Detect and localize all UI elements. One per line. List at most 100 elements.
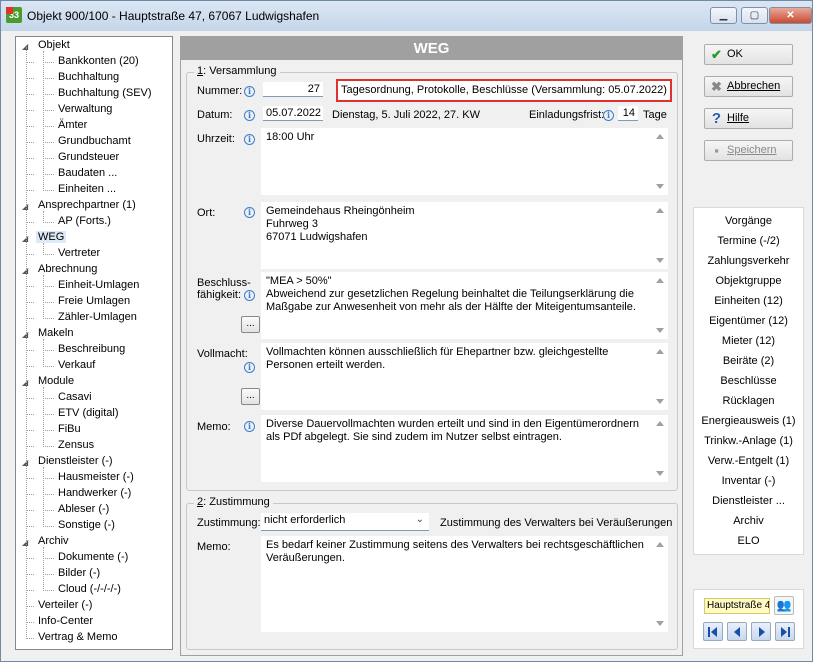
tree-item[interactable]: Cloud (-/-/-/-) bbox=[56, 583, 123, 595]
side-link[interactable]: Zahlungsverkehr bbox=[694, 255, 803, 267]
info-icon[interactable]: i bbox=[244, 207, 255, 218]
address-field[interactable]: Hauptstraße 47 bbox=[704, 598, 770, 614]
side-link[interactable]: Beiräte (2) bbox=[694, 355, 803, 367]
scrollbar[interactable] bbox=[653, 343, 668, 410]
tree-item[interactable]: Grundsteuer bbox=[56, 151, 121, 163]
tree-item[interactable]: Verteiler (-) bbox=[36, 599, 94, 611]
tree-item[interactable]: Info-Center bbox=[36, 615, 95, 627]
tree-item[interactable]: AP (Forts.) bbox=[56, 215, 113, 227]
navigation-panel: Hauptstraße 47 👥 bbox=[693, 589, 804, 649]
einladungsfrist-field[interactable]: 14 bbox=[618, 106, 638, 121]
tree-connector bbox=[26, 590, 34, 591]
tree-item[interactable]: Handwerker (-) bbox=[56, 487, 133, 499]
tree-item[interactable]: Einheit-Umlagen bbox=[56, 279, 141, 291]
tree-item[interactable]: ETV (digital) bbox=[56, 407, 121, 419]
tree-item[interactable]: Vertreter bbox=[56, 247, 102, 259]
tree-item[interactable]: Casavi bbox=[56, 391, 94, 403]
ort-textarea[interactable]: Gemeindehaus Rheingönheim Fuhrweg 3 6707… bbox=[261, 202, 668, 269]
scrollbar[interactable] bbox=[653, 128, 668, 195]
help-button[interactable]: ? Hilfe bbox=[704, 108, 793, 129]
nummer-field[interactable]: 27 bbox=[263, 82, 323, 97]
tree-item[interactable]: Vertrag & Memo bbox=[36, 631, 119, 643]
vollmacht-textarea[interactable]: Vollmachten können ausschließlich für Eh… bbox=[261, 343, 668, 410]
info-icon[interactable]: i bbox=[603, 110, 614, 121]
tree-item[interactable]: Verwaltung bbox=[56, 103, 114, 115]
tree-item[interactable]: Hausmeister (-) bbox=[56, 471, 136, 483]
tree-item[interactable]: WEG bbox=[36, 231, 67, 243]
side-link[interactable]: Beschlüsse bbox=[694, 375, 803, 387]
info-icon[interactable]: i bbox=[244, 134, 255, 145]
tree-connector bbox=[26, 174, 34, 175]
tree-item[interactable]: Objekt bbox=[36, 39, 72, 51]
ok-button[interactable]: ✔ OK bbox=[704, 44, 793, 65]
scrollbar[interactable] bbox=[653, 202, 668, 269]
tree-item[interactable]: Dokumente (-) bbox=[56, 551, 130, 563]
tree-item[interactable]: Verkauf bbox=[56, 359, 97, 371]
side-link[interactable]: Termine (-/2) bbox=[694, 235, 803, 247]
info-icon[interactable]: i bbox=[244, 362, 255, 373]
tree-item[interactable]: Buchhaltung (SEV) bbox=[56, 87, 154, 99]
tree-item[interactable]: Ämter bbox=[56, 119, 89, 131]
tree-item[interactable]: Abrechnung bbox=[36, 263, 99, 275]
tree-item[interactable]: Bilder (-) bbox=[56, 567, 102, 579]
close-button[interactable]: ✕ bbox=[769, 7, 812, 24]
previous-record-button[interactable] bbox=[727, 622, 747, 641]
datum-field[interactable]: 05.07.2022 bbox=[263, 106, 323, 121]
side-link[interactable]: Rücklagen bbox=[694, 395, 803, 407]
tree-connector bbox=[26, 446, 34, 447]
tree-item[interactable]: Buchhaltung bbox=[56, 71, 121, 83]
side-link[interactable]: Dienstleister ... bbox=[694, 495, 803, 507]
info-icon[interactable]: i bbox=[244, 290, 255, 301]
tree-item[interactable]: Freie Umlagen bbox=[56, 295, 132, 307]
tree-item[interactable]: Bankkonten (20) bbox=[56, 55, 141, 67]
side-link[interactable]: Eigentümer (12) bbox=[694, 315, 803, 327]
side-link[interactable]: Einheiten (12) bbox=[694, 295, 803, 307]
side-link[interactable]: Vorgänge bbox=[694, 215, 803, 227]
side-link[interactable]: Inventar (-) bbox=[694, 475, 803, 487]
minimize-button[interactable]: ▁ bbox=[710, 7, 737, 24]
zustimmung-select[interactable]: nicht erforderlich ⌄ bbox=[261, 513, 429, 531]
scrollbar[interactable] bbox=[653, 536, 668, 632]
tree-item[interactable]: Sonstige (-) bbox=[56, 519, 117, 531]
info-icon[interactable]: i bbox=[244, 421, 255, 432]
tree-item[interactable]: Grundbuchamt bbox=[56, 135, 133, 147]
tree-item[interactable]: Makeln bbox=[36, 327, 75, 339]
tree-item[interactable]: Zähler-Umlagen bbox=[56, 311, 139, 323]
tree-item[interactable]: Baudaten ... bbox=[56, 167, 119, 179]
uhrzeit-textarea[interactable]: 18:00 Uhr bbox=[261, 128, 668, 195]
side-link[interactable]: Verw.-Entgelt (1) bbox=[694, 455, 803, 467]
tree-item[interactable]: FiBu bbox=[56, 423, 83, 435]
tree-connector bbox=[26, 430, 34, 431]
info-icon[interactable]: i bbox=[244, 110, 255, 121]
tree-item[interactable]: Einheiten ... bbox=[56, 183, 118, 195]
tree-item[interactable]: Archiv bbox=[36, 535, 71, 547]
beschluss-more-button[interactable]: ... bbox=[241, 316, 260, 333]
tree-item[interactable]: Ableser (-) bbox=[56, 503, 111, 515]
save-button[interactable]: ▪ Speichern bbox=[704, 140, 793, 161]
side-link[interactable]: ELO bbox=[694, 535, 803, 547]
tree-item[interactable]: Beschreibung bbox=[56, 343, 127, 355]
tree-item[interactable]: Dienstleister (-) bbox=[36, 455, 115, 467]
info-icon[interactable]: i bbox=[244, 86, 255, 97]
last-record-button[interactable] bbox=[775, 622, 795, 641]
zustimmung-memo-textarea[interactable]: Es bedarf keiner Zustimmung seitens des … bbox=[261, 536, 668, 632]
side-link[interactable]: Energieausweis (1) bbox=[694, 415, 803, 427]
scrollbar[interactable] bbox=[653, 415, 668, 482]
next-record-button[interactable] bbox=[751, 622, 771, 641]
tree-item[interactable]: Module bbox=[36, 375, 76, 387]
tree-item[interactable]: Ansprechpartner (1) bbox=[36, 199, 138, 211]
memo-textarea[interactable]: Diverse Dauervollmachten wurden erteilt … bbox=[261, 415, 668, 482]
side-link[interactable]: Trinkw.-Anlage (1) bbox=[694, 435, 803, 447]
cancel-button[interactable]: ✖ Abbrechen bbox=[704, 76, 793, 97]
side-link[interactable]: Archiv bbox=[694, 515, 803, 527]
tree-item[interactable]: Zensus bbox=[56, 439, 96, 451]
beschlussfaehigkeit-textarea[interactable]: "MEA > 50%" Abweichend zur gesetzlichen … bbox=[261, 272, 668, 339]
side-link[interactable]: Objektgruppe bbox=[694, 275, 803, 287]
tagesordnung-button[interactable]: Tagesordnung, Protokolle, Beschlüsse (Ve… bbox=[336, 79, 672, 102]
people-icon[interactable]: 👥 bbox=[774, 596, 794, 615]
maximize-button[interactable]: ▢ bbox=[741, 7, 768, 24]
side-link[interactable]: Mieter (12) bbox=[694, 335, 803, 347]
first-record-button[interactable] bbox=[703, 622, 723, 641]
scrollbar[interactable] bbox=[653, 272, 668, 339]
vollmacht-more-button[interactable]: ... bbox=[241, 388, 260, 405]
